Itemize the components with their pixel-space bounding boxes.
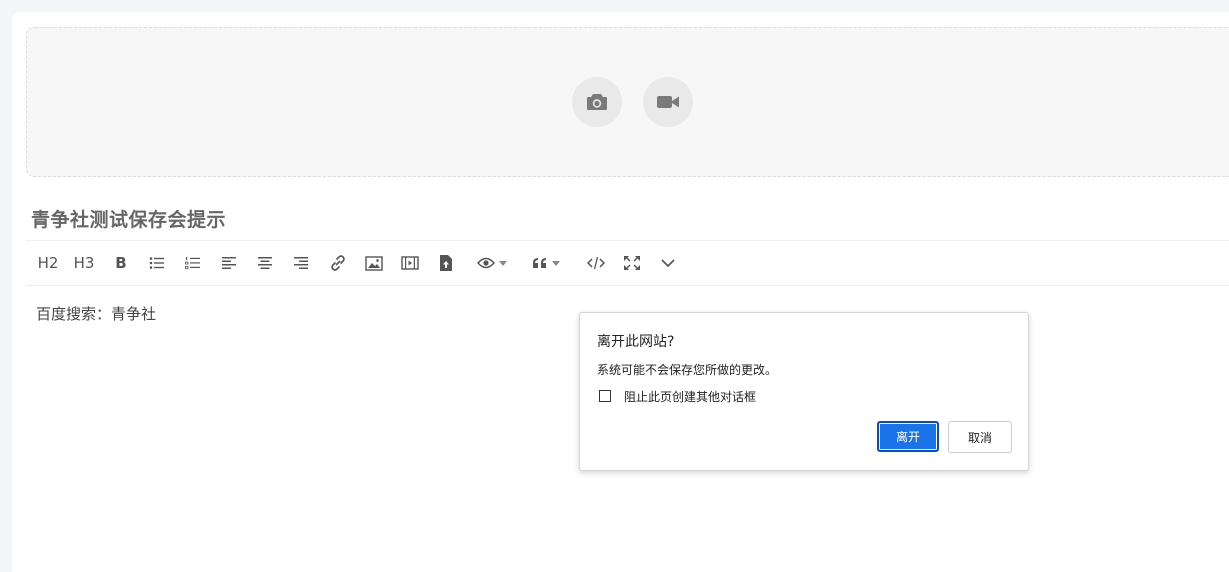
- dialog-message: 系统可能不会保存您所做的更改。: [597, 363, 778, 377]
- image-icon[interactable]: [364, 252, 384, 274]
- bold-button[interactable]: B: [112, 252, 130, 274]
- leave-site-dialog: 离开此网站? 系统可能不会保存您所做的更改。 阻止此页创建其他对话框 离开 取消: [579, 312, 1029, 471]
- upload-video-button[interactable]: [643, 77, 693, 127]
- video-icon[interactable]: [400, 252, 420, 274]
- more-chevron-icon[interactable]: [658, 252, 678, 274]
- heading-3-button[interactable]: H3: [72, 252, 96, 274]
- camera-icon: [586, 93, 608, 111]
- ordered-list-icon[interactable]: [184, 252, 202, 274]
- cancel-button[interactable]: 取消: [948, 421, 1012, 453]
- unordered-list-icon[interactable]: [148, 252, 166, 274]
- preview-eye-icon[interactable]: [472, 252, 512, 274]
- prevent-dialogs-label[interactable]: 阻止此页创建其他对话框: [624, 388, 756, 405]
- media-upload-area[interactable]: [26, 27, 1229, 177]
- align-center-icon[interactable]: [256, 252, 274, 274]
- align-left-icon[interactable]: [220, 252, 238, 274]
- upload-file-icon[interactable]: [436, 252, 456, 274]
- upload-photo-button[interactable]: [572, 77, 622, 127]
- code-icon[interactable]: [586, 252, 606, 274]
- editor-content[interactable]: 百度搜索：青争社: [36, 303, 156, 324]
- editor-page: 青争社测试保存会提示 H2 H3 B 百度搜索：青争社: [12, 12, 1229, 572]
- quote-icon[interactable]: [526, 252, 566, 274]
- link-icon[interactable]: [328, 252, 348, 274]
- heading-2-button[interactable]: H2: [36, 252, 60, 274]
- video-camera-icon: [656, 94, 680, 110]
- dialog-title: 离开此网站?: [597, 334, 675, 350]
- leave-button[interactable]: 离开: [877, 421, 939, 452]
- quote-dropdown-icon: [552, 260, 560, 266]
- editor-toolbar: H2 H3 B: [26, 240, 1229, 286]
- preview-dropdown-icon: [499, 260, 507, 266]
- fullscreen-icon[interactable]: [622, 252, 642, 274]
- prevent-dialogs-checkbox[interactable]: [599, 390, 611, 402]
- post-title[interactable]: 青争社测试保存会提示: [31, 205, 226, 232]
- align-right-icon[interactable]: [292, 252, 310, 274]
